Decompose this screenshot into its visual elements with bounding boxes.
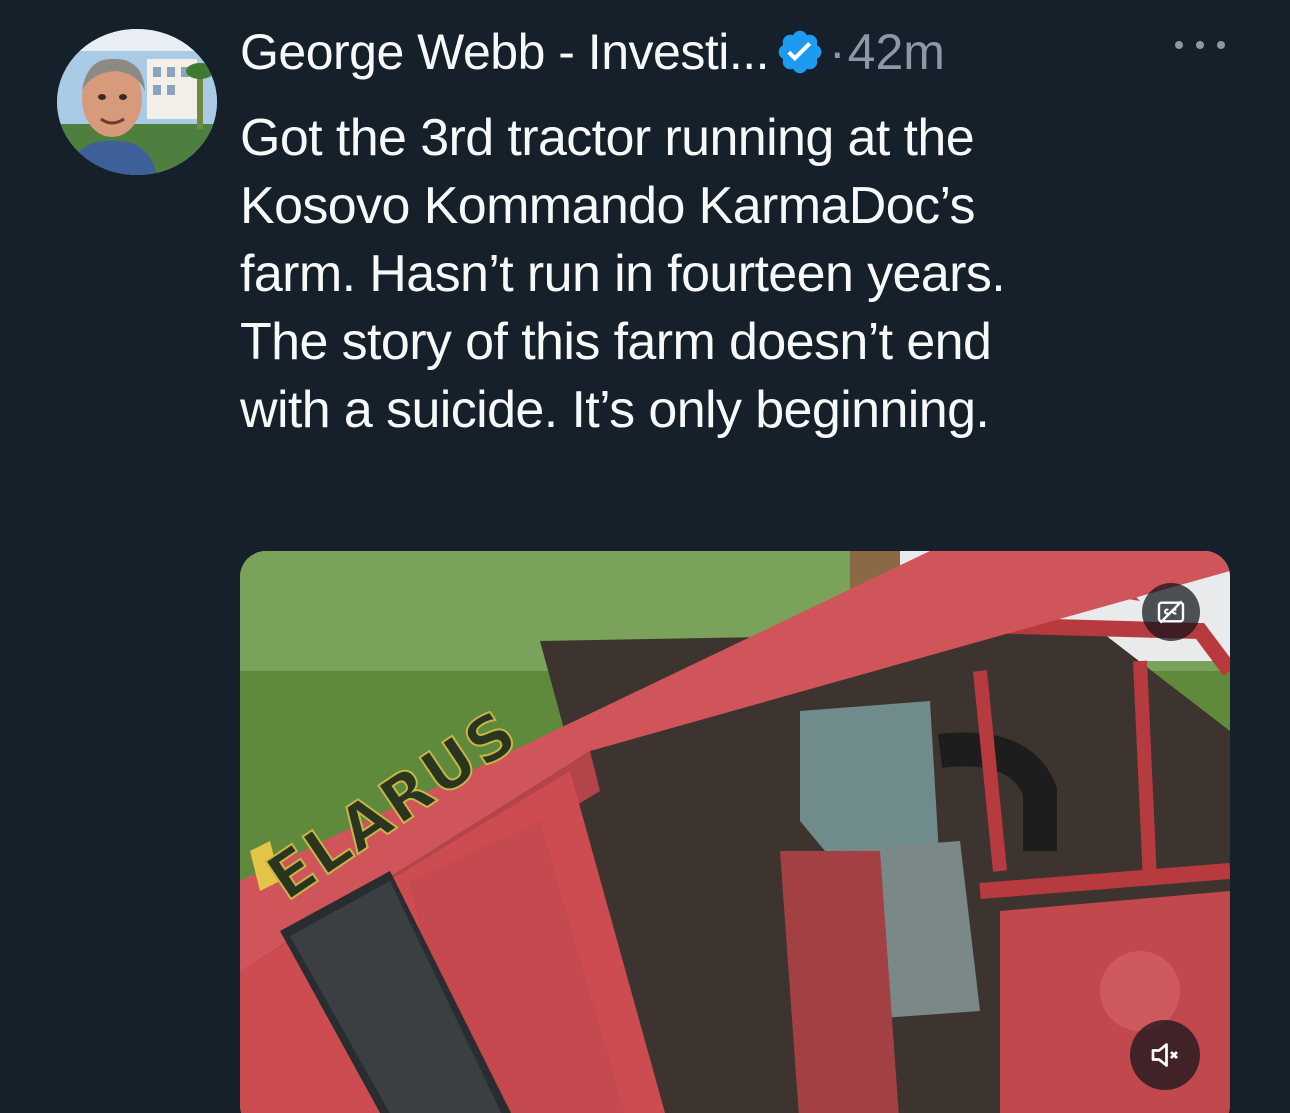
tweet-text-line: Got the 3rd tractor running at the	[240, 109, 975, 167]
avatar-photo	[57, 29, 217, 175]
tweet-text-line: The story of this farm doesn’t end	[240, 313, 992, 371]
closed-captions-off-icon[interactable]	[1142, 583, 1200, 641]
author-display-name[interactable]: George Webb - Investi...	[240, 23, 770, 81]
speaker-muted-icon[interactable]	[1130, 1020, 1200, 1090]
ellipsis-icon[interactable]	[1175, 30, 1225, 60]
ellipsis-dot	[1175, 41, 1183, 49]
tweet-header: George Webb - Investi... · 42m	[240, 14, 945, 90]
ellipsis-dot	[1217, 41, 1225, 49]
header-separator: ·	[829, 24, 846, 80]
verified-badge-icon[interactable]	[775, 27, 825, 77]
tweet-text: Got the 3rd tractor running at the Kosov…	[240, 104, 1250, 444]
tweet-text-line: farm. Hasn’t run in fourteen years.	[240, 245, 1006, 303]
tweet-text-line: with a suicide. It’s only beginning.	[240, 381, 990, 439]
tweet-timestamp[interactable]: 42m	[848, 23, 945, 81]
ellipsis-dot	[1196, 41, 1204, 49]
tweet-text-line: Kosovo Kommando KarmaDoc’s	[240, 177, 976, 235]
tweet-video[interactable]: ELARUS	[240, 551, 1230, 1113]
author-avatar[interactable]	[57, 29, 217, 175]
